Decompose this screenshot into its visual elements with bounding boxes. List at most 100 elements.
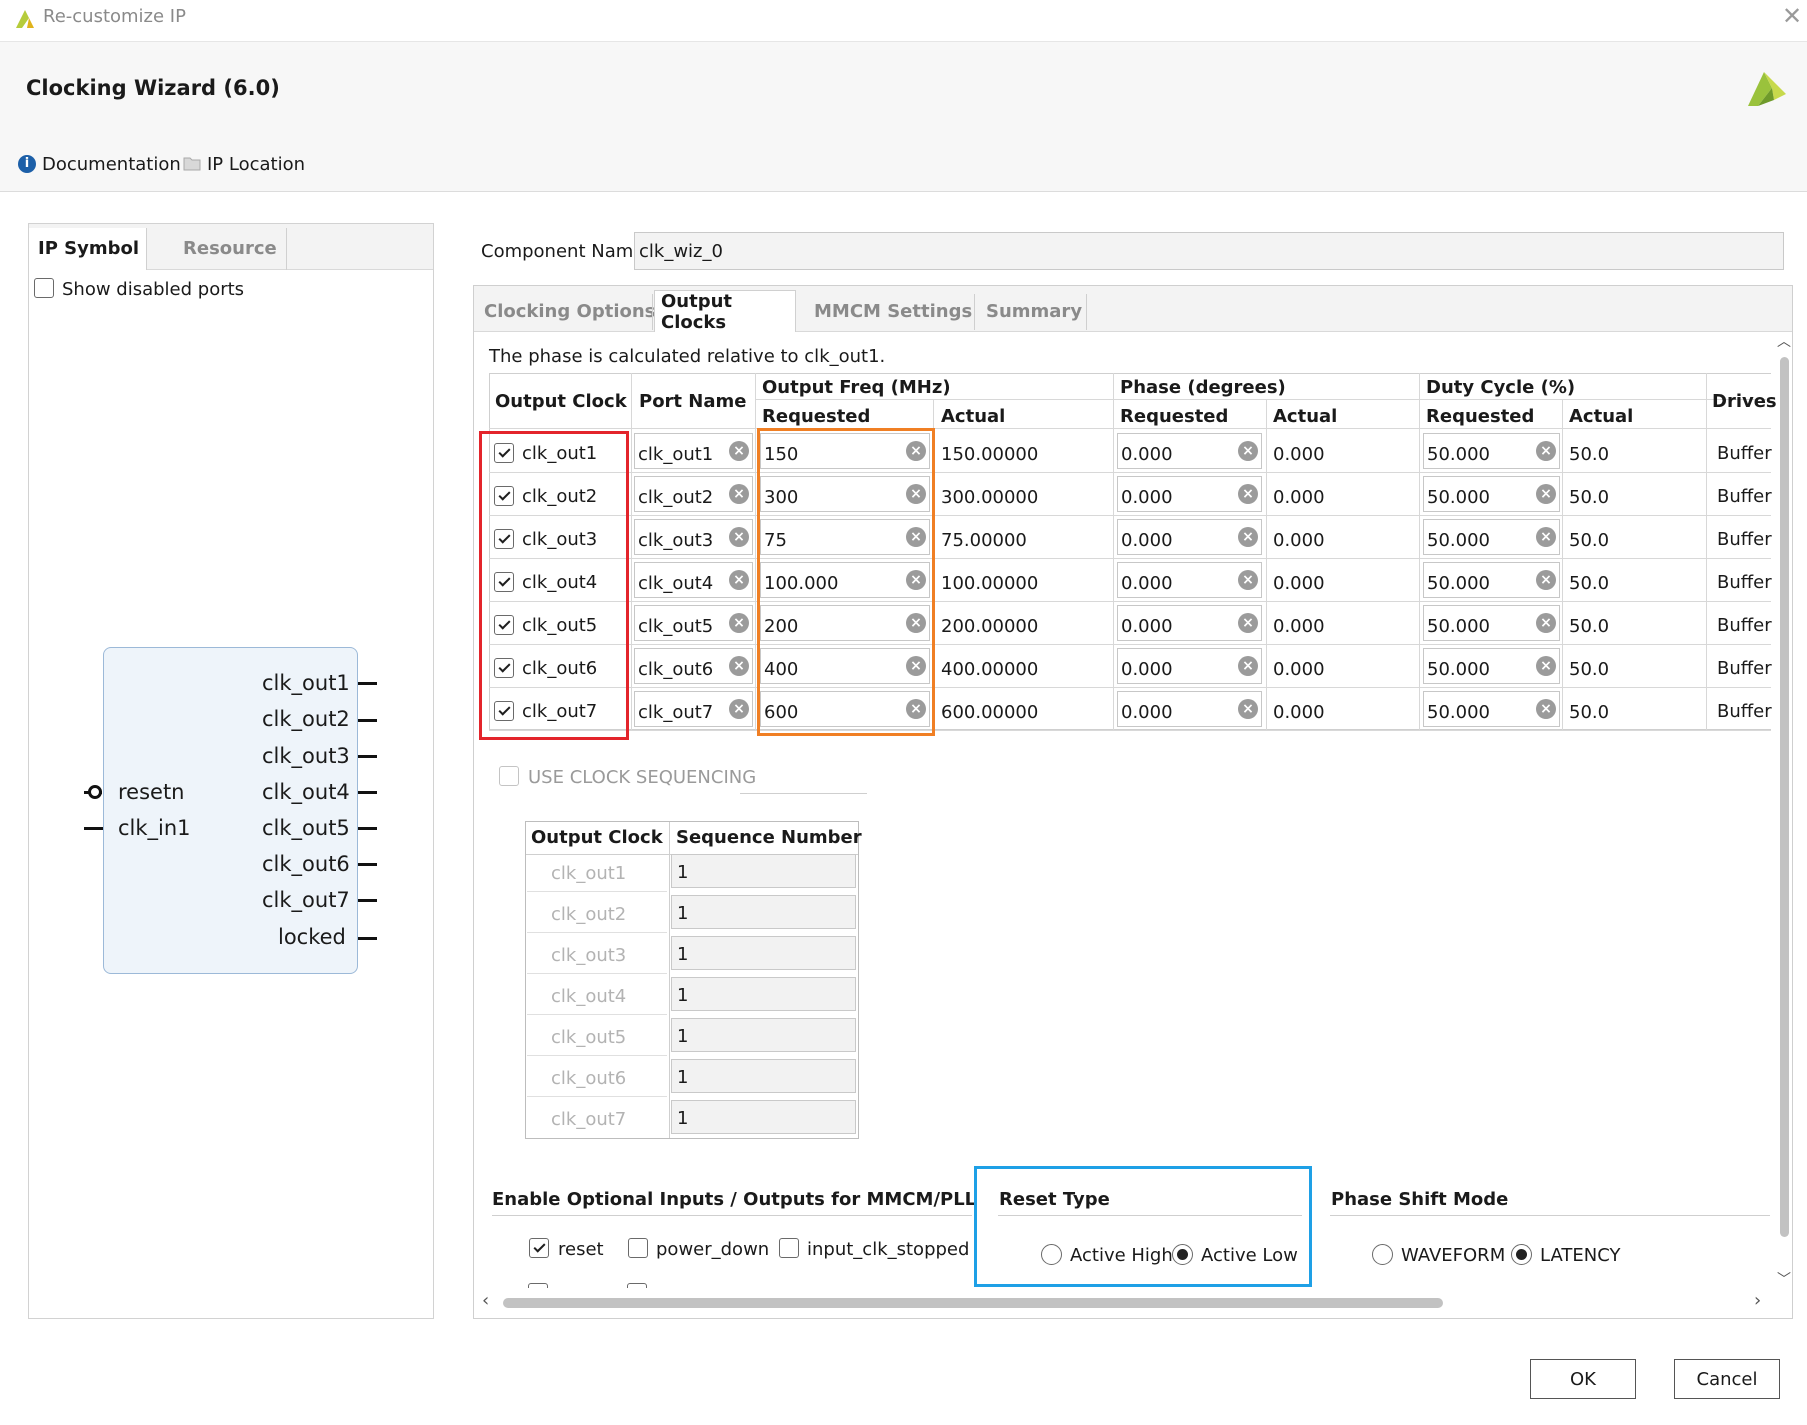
clear-icon[interactable]: × [1238, 699, 1258, 719]
phase-note: The phase is calculated relative to clk_… [489, 346, 886, 367]
port-name-input[interactable]: clk_out5 × [634, 605, 753, 641]
clear-icon[interactable]: × [729, 527, 749, 547]
scroll-left-icon[interactable]: ‹ [482, 1292, 489, 1310]
sequence-number-input[interactable]: 1 [671, 977, 856, 1011]
port-name-input[interactable]: clk_out6 × [634, 648, 753, 684]
seq-col-output-clock: Output Clock [531, 827, 663, 848]
scroll-right-icon[interactable]: › [1754, 1292, 1761, 1310]
output-pin [358, 937, 377, 940]
input-clk-stopped-checkbox[interactable] [779, 1238, 799, 1258]
clear-icon[interactable]: × [1238, 570, 1258, 590]
clear-icon[interactable]: × [1536, 570, 1556, 590]
phase-requested-input[interactable]: 0.000 × [1117, 605, 1262, 641]
clear-icon[interactable]: × [729, 656, 749, 676]
clear-icon[interactable]: × [1536, 613, 1556, 633]
col-output-freq: Output Freq (MHz) [762, 377, 951, 398]
clear-icon[interactable]: × [1238, 441, 1258, 461]
port-name-input[interactable]: clk_out2 × [634, 476, 753, 512]
power-down-checkbox[interactable] [628, 1238, 648, 1258]
duty-actual: 50.0 [1569, 487, 1610, 508]
active-low-radio[interactable] [1172, 1244, 1193, 1265]
freq-actual: 300.00000 [941, 487, 1039, 508]
phase-actual: 0.000 [1273, 659, 1325, 680]
clear-icon[interactable]: × [1536, 484, 1556, 504]
phase-requested-input[interactable]: 0.000 × [1117, 433, 1262, 469]
component-name-input[interactable]: clk_wiz_0 [634, 232, 1784, 270]
vertical-scrollbar[interactable]: ︿ ﹀ [1776, 335, 1792, 1295]
sequence-number-input[interactable]: 1 [671, 1059, 856, 1093]
tab-resource[interactable]: Resource [147, 228, 287, 270]
waveform-radio[interactable] [1372, 1244, 1393, 1265]
phase-actual: 0.000 [1273, 573, 1325, 594]
highlight-freq-requested-column [757, 428, 935, 736]
horizontal-scroll-thumb[interactable] [503, 1298, 1443, 1308]
tab-ip-symbol[interactable]: IP Symbol [29, 228, 147, 270]
clear-icon[interactable]: × [1536, 656, 1556, 676]
info-icon: i [18, 155, 36, 173]
clear-icon[interactable]: × [729, 484, 749, 504]
phase-requested-input[interactable]: 0.000 × [1117, 562, 1262, 598]
highlight-output-clock-column [479, 431, 629, 740]
duty-actual: 50.0 [1569, 530, 1610, 551]
ip-location-link[interactable]: IP Location [207, 156, 305, 174]
clear-icon[interactable]: × [729, 613, 749, 633]
col-port-name: Port Name [639, 391, 747, 412]
phase-requested-input[interactable]: 0.000 × [1117, 476, 1262, 512]
freq-actual: 400.00000 [941, 659, 1039, 680]
ok-button[interactable]: OK [1530, 1359, 1636, 1399]
clear-icon[interactable]: × [1536, 527, 1556, 547]
port-name-input[interactable]: clk_out7 × [634, 691, 753, 727]
sequence-number-input[interactable]: 1 [671, 854, 856, 888]
show-disabled-ports-checkbox[interactable] [34, 278, 54, 298]
duty-requested-input[interactable]: 50.000 × [1423, 476, 1560, 512]
duty-requested-input[interactable]: 50.000 × [1423, 605, 1560, 641]
horizontal-scrollbar[interactable]: ‹ › [478, 1292, 1768, 1312]
active-high-radio[interactable] [1041, 1244, 1062, 1265]
clear-icon[interactable]: × [729, 699, 749, 719]
port-name-input[interactable]: clk_out3 × [634, 519, 753, 555]
documentation-link[interactable]: Documentation [42, 156, 181, 174]
sequence-number-input[interactable]: 1 [671, 1018, 856, 1052]
clear-icon[interactable]: × [729, 570, 749, 590]
tab-clocking-options[interactable]: Clocking Options [478, 290, 661, 332]
reset-checkbox[interactable] [529, 1238, 549, 1258]
symbol-output-label: clk_out6 [262, 852, 350, 876]
clear-icon[interactable]: × [1238, 484, 1258, 504]
clear-icon[interactable]: × [1536, 699, 1556, 719]
scroll-down-icon[interactable]: ﹀ [1777, 1273, 1791, 1287]
sequence-number-input[interactable]: 1 [671, 1100, 856, 1134]
page-title: Clocking Wizard (6.0) [26, 76, 280, 100]
phase-requested-input[interactable]: 0.000 × [1117, 648, 1262, 684]
vertical-scroll-thumb[interactable] [1780, 357, 1789, 1237]
sequence-number-input[interactable]: 1 [671, 895, 856, 929]
port-name-input[interactable]: clk_out1 × [634, 433, 753, 469]
cancel-button[interactable]: Cancel [1674, 1359, 1780, 1399]
title-bar: Re-customize IP ✕ [0, 0, 1807, 42]
sequence-number-input[interactable]: 1 [671, 936, 856, 970]
col-freq-actual: Actual [941, 406, 1006, 427]
duty-requested-input[interactable]: 50.000 × [1423, 519, 1560, 555]
use-clock-sequencing-checkbox[interactable] [499, 766, 519, 786]
optional-io-title: Enable Optional Inputs / Outputs for MMC… [492, 1189, 977, 1210]
duty-requested-input[interactable]: 50.000 × [1423, 433, 1560, 469]
output-pin [358, 899, 377, 902]
window-title: Re-customize IP [43, 6, 186, 27]
phase-requested-input[interactable]: 0.000 × [1117, 691, 1262, 727]
symbol-output-label: clk_out4 [262, 780, 350, 804]
phase-requested-input[interactable]: 0.000 × [1117, 519, 1262, 555]
tab-mmcm-settings[interactable]: MMCM Settings [808, 290, 978, 332]
duty-requested-input[interactable]: 50.000 × [1423, 648, 1560, 684]
duty-requested-input[interactable]: 50.000 × [1423, 562, 1560, 598]
clear-icon[interactable]: × [1238, 527, 1258, 547]
tab-summary[interactable]: Summary [980, 290, 1088, 332]
latency-radio[interactable] [1511, 1244, 1532, 1265]
duty-requested-input[interactable]: 50.000 × [1423, 691, 1560, 727]
close-icon[interactable]: ✕ [1782, 4, 1802, 28]
tab-output-clocks[interactable]: Output Clocks [654, 290, 796, 333]
clear-icon[interactable]: × [1536, 441, 1556, 461]
port-name-input[interactable]: clk_out4 × [634, 562, 753, 598]
scroll-up-icon[interactable]: ︿ [1777, 335, 1791, 349]
clear-icon[interactable]: × [729, 441, 749, 461]
clear-icon[interactable]: × [1238, 656, 1258, 676]
clear-icon[interactable]: × [1238, 613, 1258, 633]
